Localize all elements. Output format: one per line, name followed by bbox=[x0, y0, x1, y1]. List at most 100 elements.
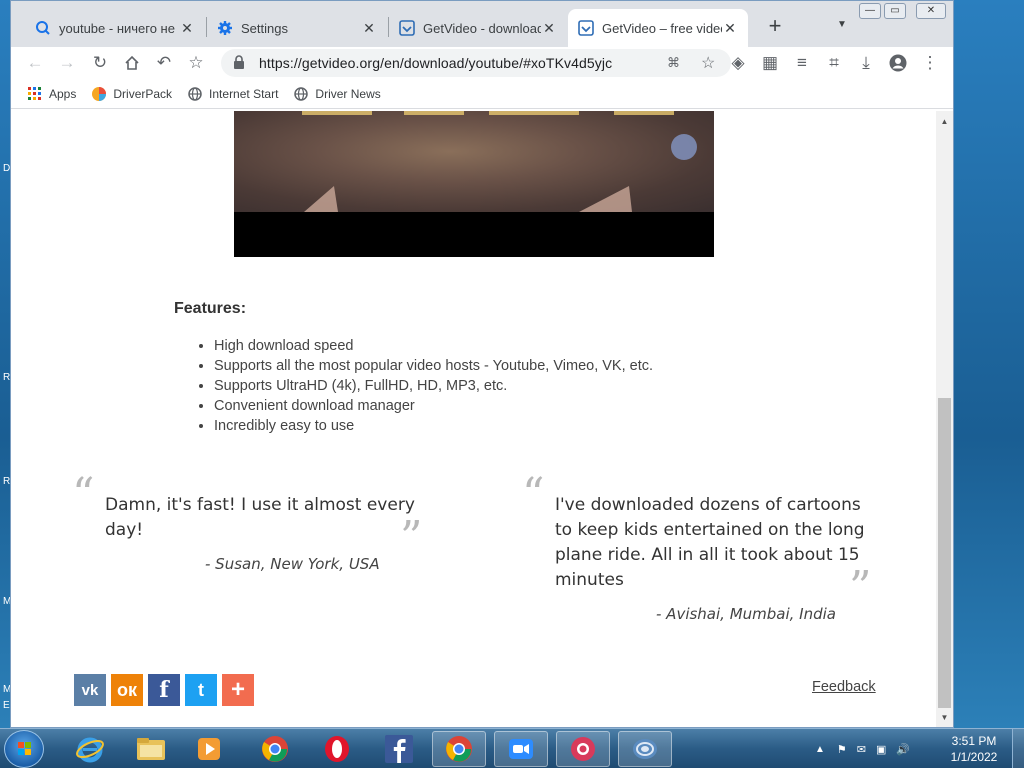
globe-icon bbox=[187, 86, 203, 102]
video-player[interactable] bbox=[234, 111, 714, 257]
getvideo-icon bbox=[399, 20, 415, 36]
close-window-button[interactable]: ✕ bbox=[916, 3, 946, 19]
back-arrow-icon[interactable]: ← bbox=[23, 51, 47, 75]
reload-icon[interactable]: ↻ bbox=[88, 51, 112, 75]
profile-avatar-icon[interactable] bbox=[886, 51, 910, 75]
bookmark-driver-news[interactable]: Driver News bbox=[293, 86, 381, 102]
more-share-button[interactable]: + bbox=[222, 674, 254, 706]
internet-explorer-icon[interactable] bbox=[63, 731, 117, 767]
windows-logo-icon bbox=[18, 742, 31, 755]
bookmark-label: Driver News bbox=[315, 86, 381, 101]
media-player-icon[interactable] bbox=[182, 731, 236, 767]
kebab-menu-icon[interactable]: ⋮ bbox=[918, 51, 942, 75]
close-icon[interactable]: ✕ bbox=[361, 20, 377, 36]
tab-youtube-search[interactable]: youtube - ничего не ✕ bbox=[25, 9, 205, 47]
facebook-share-button[interactable]: f bbox=[148, 674, 180, 706]
clock[interactable]: 3:51 PM 1/1/2022 bbox=[944, 733, 1004, 765]
scroll-down-arrow-icon[interactable]: ▼ bbox=[936, 709, 953, 726]
download-icon[interactable]: ⤓ bbox=[854, 51, 878, 75]
odnoklassniki-share-button[interactable]: ок bbox=[111, 674, 143, 706]
show-hidden-icons-chevron-icon[interactable]: ▲ bbox=[815, 744, 825, 755]
feature-item: Supports UltraHD (4k), FullHD, HD, MP3, … bbox=[214, 376, 653, 396]
close-icon[interactable]: ✕ bbox=[541, 20, 557, 36]
vk-share-button[interactable]: vk bbox=[74, 674, 106, 706]
tab-settings[interactable]: Settings ✕ bbox=[207, 9, 387, 47]
translate-icon[interactable]: ⌘ bbox=[667, 55, 687, 71]
feature-item: Supports all the most popular video host… bbox=[214, 356, 653, 376]
windows-taskbar: ▲ ⚑ ✉ ▣ 🔊 3:51 PM 1/1/2022 bbox=[0, 728, 1024, 768]
close-quote-icon: ” bbox=[849, 562, 872, 613]
bookmark-driverpack[interactable]: DriverPack bbox=[91, 86, 172, 102]
search-tab-icon bbox=[35, 20, 51, 36]
opera-icon[interactable] bbox=[310, 731, 364, 767]
features-list: High download speed Supports all the mos… bbox=[214, 336, 653, 436]
url-text: https://getvideo.org/en/download/youtube… bbox=[259, 55, 613, 71]
bookmark-apps[interactable]: Apps bbox=[27, 86, 76, 102]
zoom-app-icon[interactable] bbox=[494, 731, 548, 767]
show-desktop-button[interactable] bbox=[1012, 729, 1024, 768]
features-heading: Features: bbox=[174, 300, 247, 317]
qip-app-icon[interactable] bbox=[556, 731, 610, 767]
app-shell-icon[interactable] bbox=[618, 731, 672, 767]
tab-title: Settings bbox=[241, 20, 288, 36]
bookmark-label: Internet Start bbox=[209, 86, 279, 101]
crop-icon[interactable]: ⌗ bbox=[822, 51, 846, 75]
extensions-grid-icon[interactable]: ▦ bbox=[758, 51, 782, 75]
minimize-button[interactable]: — bbox=[859, 3, 881, 19]
clock-date: 1/1/2022 bbox=[950, 750, 998, 764]
twitter-share-button[interactable]: t bbox=[185, 674, 217, 706]
gear-icon bbox=[217, 20, 233, 36]
bookmarks-bar: Apps DriverPack Internet Start Driver Ne… bbox=[11, 79, 953, 109]
apps-grid-icon bbox=[27, 86, 43, 102]
address-bar[interactable]: https://getvideo.org/en/download/youtube… bbox=[221, 49, 731, 77]
tab-search-chevron-icon[interactable]: ▼ bbox=[837, 19, 847, 30]
tab-getvideo-free[interactable]: GetVideo – free videc ✕ bbox=[568, 9, 748, 47]
clock-time: 3:51 PM bbox=[951, 734, 997, 748]
getvideo-icon bbox=[578, 20, 594, 36]
tab-getvideo-download[interactable]: GetVideo - download ✕ bbox=[389, 9, 567, 47]
bookmark-label: Apps bbox=[49, 86, 77, 101]
social-share-bar: vk ок f t + bbox=[74, 674, 259, 706]
browser-window: youtube - ничего не ✕ Settings ✕ GetVide… bbox=[10, 0, 954, 728]
media-queue-icon[interactable]: ≡ bbox=[790, 51, 814, 75]
lock-icon bbox=[233, 54, 247, 72]
close-icon[interactable]: ✕ bbox=[722, 20, 738, 36]
facebook-app-icon[interactable] bbox=[372, 731, 426, 767]
maximize-button[interactable]: ▭ bbox=[884, 3, 906, 19]
bookmark-star-icon[interactable]: ☆ bbox=[701, 53, 721, 73]
bookmark-label: DriverPack bbox=[113, 86, 173, 101]
scrollbar-thumb[interactable] bbox=[938, 398, 951, 708]
desktop-icon-label[interactable]: E bbox=[3, 700, 10, 711]
tab-title: GetVideo - download bbox=[423, 20, 541, 36]
tray-app-icon[interactable]: ✉ bbox=[857, 743, 866, 756]
volume-icon[interactable]: 🔊 bbox=[896, 743, 910, 756]
bookmark-internet-start[interactable]: Internet Start bbox=[187, 86, 278, 102]
feedback-link[interactable]: Feedback bbox=[812, 679, 876, 695]
file-explorer-icon[interactable] bbox=[124, 731, 178, 767]
close-icon[interactable]: ✕ bbox=[179, 20, 195, 36]
feature-item: Incredibly easy to use bbox=[214, 416, 653, 436]
new-tab-button[interactable]: + bbox=[763, 15, 787, 37]
open-quote-icon: “ bbox=[522, 469, 545, 520]
chrome-window-taskbar-button[interactable] bbox=[432, 731, 486, 767]
undo-icon[interactable]: ↶ bbox=[152, 51, 176, 75]
feature-item: Convenient download manager bbox=[214, 396, 653, 416]
scroll-up-arrow-icon[interactable]: ▲ bbox=[936, 113, 953, 130]
network-icon[interactable]: ▣ bbox=[876, 743, 886, 756]
page-scrollbar[interactable]: ▲ ▼ bbox=[936, 111, 953, 727]
action-center-flag-icon[interactable]: ⚑ bbox=[837, 743, 847, 756]
bookmark-star-icon[interactable]: ☆ bbox=[184, 51, 208, 75]
extension-icon[interactable]: ◈ bbox=[726, 51, 750, 75]
navigation-toolbar: ← → ↻ ↶ ☆ https://getvideo.org/en/downlo… bbox=[11, 47, 953, 79]
home-icon[interactable] bbox=[120, 51, 144, 75]
globe-icon bbox=[293, 86, 309, 102]
close-quote-icon: ” bbox=[400, 512, 423, 563]
open-quote-icon: “ bbox=[72, 469, 95, 520]
testimonial-text: I've downloaded dozens of cartoons to ke… bbox=[555, 495, 865, 590]
forward-arrow-icon[interactable]: → bbox=[55, 51, 79, 75]
driverpack-icon bbox=[91, 86, 107, 102]
chrome-icon[interactable] bbox=[248, 731, 302, 767]
page-content: Features: High download speed Supports a… bbox=[11, 111, 936, 727]
start-button[interactable] bbox=[4, 730, 44, 768]
feature-item: High download speed bbox=[214, 336, 653, 356]
